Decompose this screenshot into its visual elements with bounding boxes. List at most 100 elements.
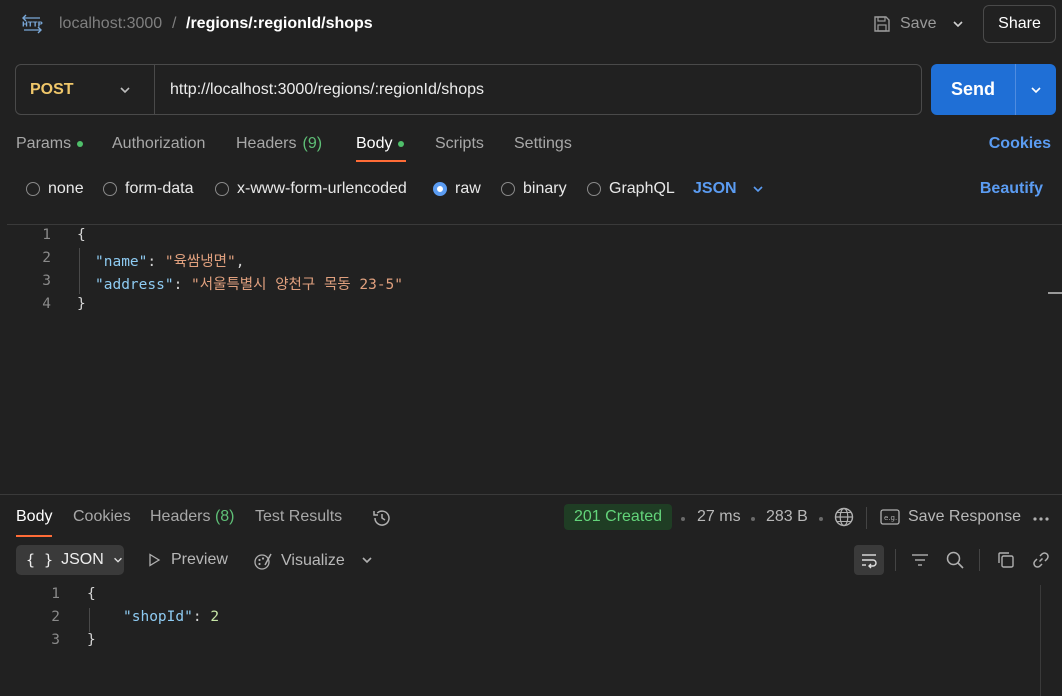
- tab-label: Headers: [236, 135, 297, 152]
- line-number: 2: [51, 609, 60, 625]
- tab-label: Body: [356, 135, 393, 152]
- wrap-lines-button[interactable]: [854, 545, 884, 575]
- response-tab-body[interactable]: Body: [16, 508, 52, 526]
- radio-binary[interactable]: binary: [501, 180, 567, 198]
- separator-dot: [819, 517, 823, 521]
- json-key: "name": [95, 254, 148, 270]
- visualize-icon: [254, 553, 272, 570]
- play-icon: [149, 553, 161, 567]
- share-button[interactable]: Share: [983, 5, 1056, 43]
- radio-x-www-form-urlencoded[interactable]: x-www-form-urlencoded: [215, 180, 407, 198]
- code-line: 1 {: [0, 586, 300, 609]
- copy-icon[interactable]: [996, 550, 1016, 570]
- code-line: 1 {: [7, 227, 85, 250]
- raw-language-label: JSON: [693, 180, 737, 197]
- indent-guide: [89, 608, 90, 632]
- url-input[interactable]: [155, 65, 921, 114]
- preview-button[interactable]: Preview: [146, 551, 228, 569]
- divider: [979, 549, 980, 571]
- code-text: }: [87, 632, 96, 648]
- radio-label: form-data: [125, 180, 194, 197]
- code-text: }: [77, 296, 86, 312]
- filter-icon[interactable]: [910, 550, 930, 570]
- line-number: 1: [51, 586, 60, 602]
- tab-label: Scripts: [435, 135, 484, 152]
- visualize-label: Visualize: [281, 552, 345, 569]
- raw-language-select[interactable]: JSON: [693, 180, 765, 198]
- tab-authorization[interactable]: Authorization: [112, 135, 205, 153]
- radio-graphql[interactable]: GraphQL: [587, 180, 675, 198]
- link-icon[interactable]: [1031, 550, 1051, 570]
- response-format-select[interactable]: { } JSON: [16, 545, 124, 575]
- response-tab-test-results[interactable]: Test Results: [255, 508, 342, 526]
- chevron-down-icon: [113, 557, 122, 563]
- active-tab-indicator: [16, 535, 52, 537]
- breadcrumb-host[interactable]: localhost:3000: [59, 15, 162, 33]
- code-text: "address": "서울특별시 양천구 목동 23-5": [95, 273, 403, 294]
- more-icon[interactable]: [1031, 509, 1051, 529]
- chevron-down-icon: [1031, 86, 1041, 93]
- line-number: 4: [42, 296, 51, 312]
- save-response-button[interactable]: e.g. Save Response: [880, 508, 1021, 526]
- radio-label: x-www-form-urlencoded: [237, 180, 407, 197]
- radio-form-data[interactable]: form-data: [103, 180, 193, 198]
- chevron-down-icon[interactable]: [360, 553, 374, 567]
- tab-params[interactable]: Params: [16, 135, 84, 153]
- save-button[interactable]: Save: [866, 8, 938, 40]
- cookies-link[interactable]: Cookies: [989, 135, 1051, 153]
- code-line: 3 }: [0, 632, 300, 655]
- chevron-down-icon: [120, 87, 130, 94]
- separator-dot: [751, 517, 755, 521]
- status-badge[interactable]: 201 Created: [564, 504, 673, 530]
- radio-none[interactable]: none: [26, 180, 84, 198]
- code-text: "name": "육쌈냉면",: [95, 250, 244, 271]
- code-line: 2 "name": "육쌈냉면",: [7, 250, 244, 273]
- pane-divider[interactable]: [0, 494, 1062, 495]
- radio-label: raw: [455, 180, 481, 197]
- preview-label: Preview: [171, 551, 228, 568]
- visualize-button[interactable]: Visualize: [253, 551, 345, 571]
- svg-text:HTTP: HTTP: [22, 21, 43, 29]
- code-line: 2 "shopId": 2: [0, 609, 300, 632]
- response-tab-cookies[interactable]: Cookies: [73, 508, 131, 526]
- radio-label: GraphQL: [609, 180, 675, 197]
- beautify-link[interactable]: Beautify: [980, 180, 1043, 198]
- json-key: "address": [95, 277, 174, 293]
- globe-icon[interactable]: [833, 506, 855, 528]
- code-text: "shopId": 2: [123, 609, 219, 625]
- chevron-down-icon: [953, 21, 963, 28]
- response-format-label: JSON: [61, 551, 104, 568]
- tab-settings[interactable]: Settings: [514, 135, 572, 153]
- response-tab-headers[interactable]: Headers (8): [150, 508, 235, 526]
- json-number: 2: [210, 609, 220, 625]
- save-icon: [874, 16, 890, 32]
- radio-label: binary: [523, 180, 567, 197]
- status-dot: [77, 141, 84, 147]
- json-string: "서울특별시 양천구 목동 23-5": [191, 277, 404, 293]
- send-label: Send: [950, 79, 995, 99]
- history-icon[interactable]: [371, 507, 393, 529]
- request-body-editor[interactable]: 1 { 2 "name": "육쌈냉면", 3 "address": "서울특별…: [7, 224, 1062, 492]
- radio-circle: [215, 182, 229, 196]
- body-type-selector: none form-data x-www-form-urlencoded raw…: [0, 177, 1062, 203]
- method-select[interactable]: POST: [16, 65, 155, 114]
- line-number: 3: [42, 273, 51, 289]
- save-response-label: Save Response: [908, 508, 1021, 525]
- scrollbar-track[interactable]: [1040, 585, 1041, 696]
- tab-label: Authorization: [112, 135, 206, 152]
- radio-raw[interactable]: raw: [433, 180, 481, 198]
- send-options-button[interactable]: [1015, 64, 1056, 115]
- response-time[interactable]: 27 ms: [697, 508, 741, 526]
- tab-headers[interactable]: Headers (9): [236, 135, 322, 153]
- tab-scripts[interactable]: Scripts: [435, 135, 484, 153]
- svg-text:e.g.: e.g.: [884, 514, 897, 522]
- wrap-icon: [862, 554, 877, 569]
- save-options-button[interactable]: [942, 8, 974, 40]
- response-size[interactable]: 283 B: [766, 508, 808, 526]
- tab-body[interactable]: Body: [356, 135, 405, 153]
- request-name[interactable]: /regions/:regionId/shops: [186, 15, 373, 33]
- search-icon[interactable]: [945, 550, 965, 570]
- send-button[interactable]: Send: [931, 64, 1056, 115]
- radio-label: none: [48, 180, 84, 197]
- code-text: {: [77, 227, 86, 243]
